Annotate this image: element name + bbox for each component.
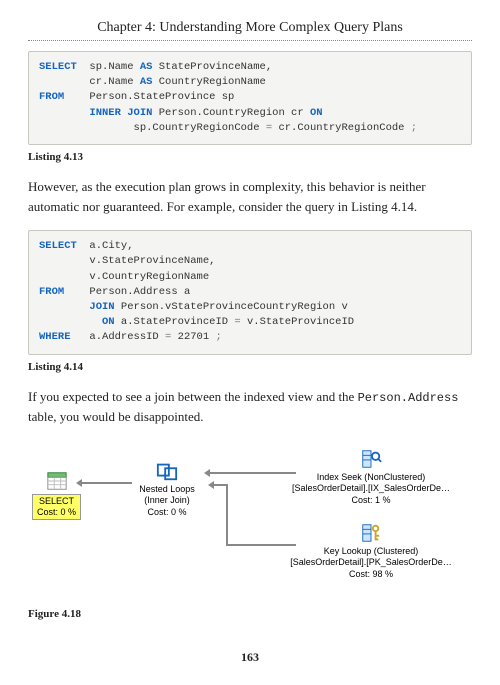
code-text: Person.CountryRegion cr xyxy=(152,107,310,119)
key-lookup-icon xyxy=(360,522,382,544)
paragraph-2b: table, you would be disappointed. xyxy=(28,409,203,424)
code-text: sp.CountryRegionCode xyxy=(39,122,266,134)
paragraph-2a: If you expected to see a join between th… xyxy=(28,389,358,404)
plan-indexseek-label: Index Seek (NonClustered) xyxy=(276,472,466,483)
kw-from: FROM xyxy=(39,286,64,298)
plan-arrow xyxy=(226,484,228,546)
chapter-title: Chapter 4: Understanding More Complex Qu… xyxy=(28,20,472,36)
code-text: sp.Name xyxy=(77,61,140,73)
kw-select: SELECT xyxy=(39,240,77,252)
kw-as: AS xyxy=(140,76,153,88)
plan-keylookup-label: Key Lookup (Clustered) xyxy=(276,546,466,557)
code-text: a.City, xyxy=(77,240,134,252)
code-text: v.CountryRegionName xyxy=(39,271,209,283)
op-semi: ; xyxy=(215,331,221,343)
table-result-icon xyxy=(46,470,68,492)
code-text: Person.Address a xyxy=(64,286,190,298)
code-text: Person.StateProvince sp xyxy=(64,91,234,103)
code-listing-414: SELECT a.City, v.StateProvinceName, v.Co… xyxy=(28,230,472,355)
plan-index-seek-node: Index Seek (NonClustered) [SalesOrderDet… xyxy=(276,448,466,506)
code-text: StateProvinceName, xyxy=(152,61,272,73)
code-text: cr.CountryRegionCode xyxy=(272,122,411,134)
plan-select-cost: Cost: 0 % xyxy=(37,507,76,518)
index-seek-icon xyxy=(360,448,382,470)
title-rule xyxy=(28,40,472,41)
plan-arrowhead xyxy=(76,479,82,487)
plan-nested-loops-node: Nested Loops (Inner Join) Cost: 0 % xyxy=(122,460,212,518)
plan-arrowhead xyxy=(204,469,210,477)
code-text: Person.vStateProvinceCountryRegion v xyxy=(115,301,348,313)
listing-label-414: Listing 4.14 xyxy=(28,361,472,373)
paragraph-2: If you expected to see a join between th… xyxy=(28,387,472,427)
plan-nested-sub: (Inner Join) xyxy=(122,495,212,506)
kw-inner-join: INNER JOIN xyxy=(39,107,152,119)
nested-loops-icon xyxy=(156,460,178,482)
kw-on: ON xyxy=(39,316,115,328)
code-text: 22701 xyxy=(171,331,215,343)
op-semi: ; xyxy=(411,122,417,134)
plan-select-node: SELECT Cost: 0 % xyxy=(32,470,81,520)
inline-code-person-address: Person.Address xyxy=(358,391,459,405)
kw-from: FROM xyxy=(39,91,64,103)
plan-nested-cost: Cost: 0 % xyxy=(122,507,212,518)
plan-keylookup-cost: Cost: 98 % xyxy=(276,569,466,580)
plan-indexseek-cost: Cost: 1 % xyxy=(276,495,466,506)
plan-keylookup-sub: [SalesOrderDetail].[PK_SalesOrderDe… xyxy=(276,557,466,568)
code-text: a.AddressID xyxy=(71,331,166,343)
code-text: v.StateProvinceName, xyxy=(39,255,215,267)
code-text: CountryRegionName xyxy=(152,76,265,88)
listing-label-413: Listing 4.13 xyxy=(28,151,472,163)
kw-where: WHERE xyxy=(39,331,71,343)
query-plan-diagram: SELECT Cost: 0 % Nested Loops (Inner Joi… xyxy=(28,440,468,600)
plan-select-badge: SELECT Cost: 0 % xyxy=(32,494,81,520)
code-text: cr.Name xyxy=(39,76,140,88)
kw-on: ON xyxy=(310,107,323,119)
plan-indexseek-sub: [SalesOrderDetail].[IX_SalesOrderDe… xyxy=(276,483,466,494)
paragraph-1: However, as the execution plan grows in … xyxy=(28,177,472,216)
plan-arrowhead xyxy=(208,481,214,489)
plan-key-lookup-node: Key Lookup (Clustered) [SalesOrderDetail… xyxy=(276,522,466,580)
figure-label-418: Figure 4.18 xyxy=(28,608,472,620)
kw-as: AS xyxy=(140,61,153,73)
kw-select: SELECT xyxy=(39,61,77,73)
code-listing-413: SELECT sp.Name AS StateProvinceName, cr.… xyxy=(28,51,472,145)
code-text: v.StateProvinceID xyxy=(241,316,354,328)
plan-select-label: SELECT xyxy=(37,496,76,507)
page-number: 163 xyxy=(28,650,472,665)
plan-nested-label: Nested Loops xyxy=(122,484,212,495)
code-text: a.StateProvinceID xyxy=(115,316,235,328)
kw-join: JOIN xyxy=(39,301,115,313)
